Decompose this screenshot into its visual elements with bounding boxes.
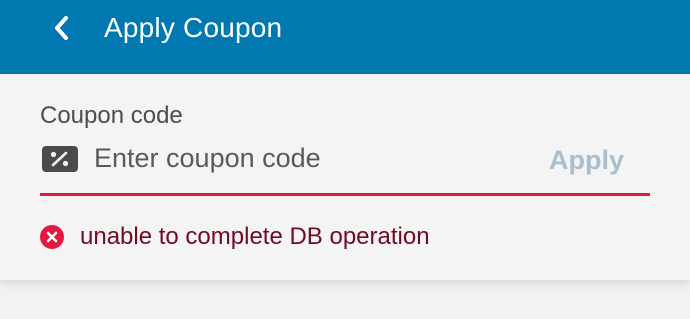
error-circle-icon	[40, 225, 64, 249]
percent-tag-icon	[42, 146, 78, 172]
coupon-input-row: Apply	[40, 136, 650, 196]
coupon-card: Coupon code Apply unable to complete DB …	[0, 74, 690, 280]
error-message-row: unable to complete DB operation	[40, 220, 430, 254]
coupon-code-label: Coupon code	[40, 102, 183, 129]
app-bar: Apply Coupon	[0, 0, 690, 74]
error-message: unable to complete DB operation	[80, 223, 430, 250]
chevron-left-icon	[55, 16, 68, 40]
coupon-code-input[interactable]	[94, 136, 514, 180]
apply-button[interactable]: Apply	[549, 138, 624, 182]
back-button[interactable]	[40, 8, 84, 48]
page-title: Apply Coupon	[104, 12, 283, 43]
